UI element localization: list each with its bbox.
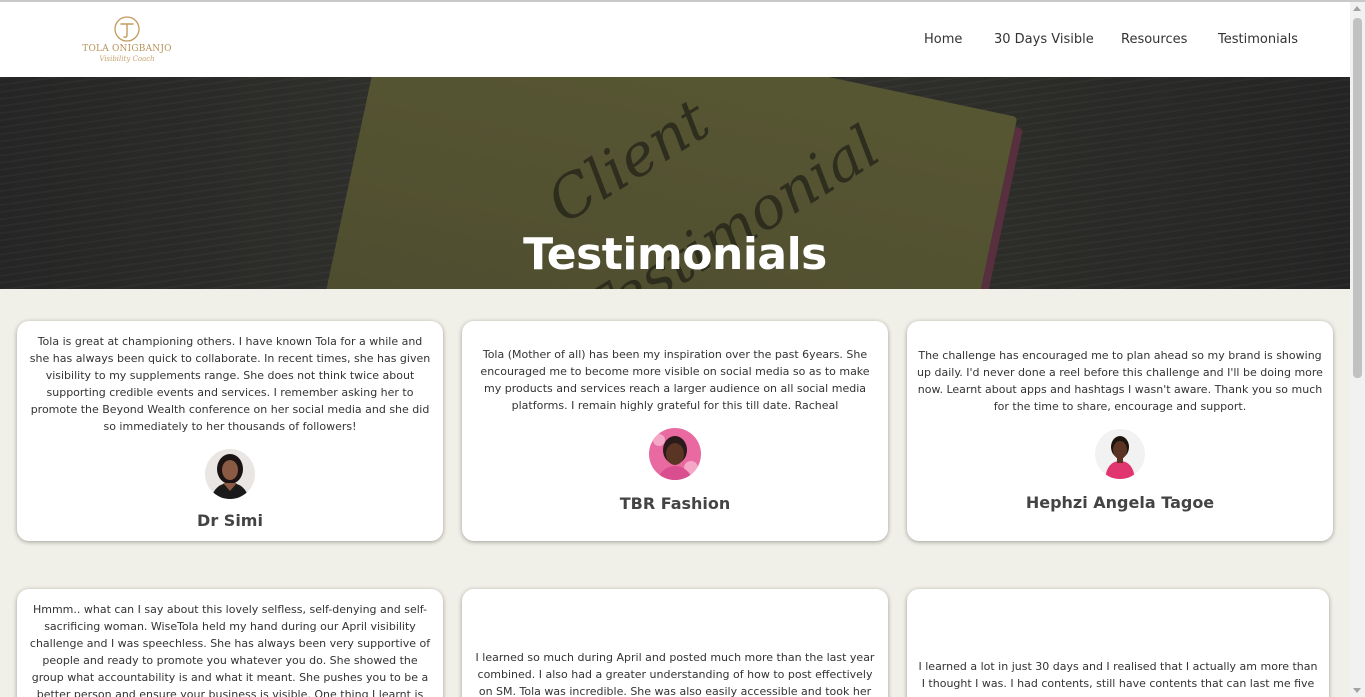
page-scrollbar[interactable] [1350,2,1365,697]
avatar [205,449,255,499]
scroll-down-icon[interactable] [1353,688,1361,693]
nav-home[interactable]: Home [924,32,962,47]
testimonial-text: Hmmm.. what can I say about this lovely … [29,603,431,697]
scroll-up-icon[interactable] [1353,6,1361,11]
avatar [1095,429,1145,479]
brand-tagline: Visibility Coach [99,55,155,63]
testimonial-card: I learned a lot in just 30 days and I re… [907,589,1329,697]
site-header: TOLA ONIGBANJO Visibility Coach Home 30 … [0,2,1350,77]
testimonial-text: Tola is great at championing others. I h… [29,335,431,433]
testimonial-text: I learned so much during April and poste… [475,651,875,697]
testimonial-card: Hmmm.. what can I say about this lovely … [17,589,443,697]
nav-resources[interactable]: Resources [1121,32,1187,47]
testimonial-card: I learned so much during April and poste… [462,589,888,697]
avatar-tbr-fashion-icon [649,428,701,480]
avatar-hephzi-icon [1095,429,1145,479]
testimonial-text: I learned a lot in just 30 days and I re… [918,660,1318,697]
testimonial-text: The challenge has encouraged me to plan … [917,349,1323,413]
testimonial-author: Dr Simi [197,511,263,530]
testimonial-author: Hephzi Angela Tagoe [1025,493,1215,512]
page-title: Testimonials [523,229,827,280]
testimonial-author: TBR Fashion [619,494,731,513]
testimonial-card: Tola is great at championing others. I h… [17,321,443,541]
scrollbar-thumb[interactable] [1353,18,1362,378]
testimonial-card: Tola (Mother of all) has been my inspira… [462,321,888,541]
testimonial-text: Tola (Mother of all) has been my inspira… [480,348,870,412]
avatar [649,428,701,480]
nav-30-days-visible[interactable]: 30 Days Visible [994,32,1094,47]
nav-testimonials[interactable]: Testimonials [1218,32,1298,47]
main-nav: Home 30 Days Visible Resources Testimoni… [0,32,1350,52]
avatar-dr-simi-icon [205,449,255,499]
testimonial-card: The challenge has encouraged me to plan … [907,321,1333,541]
hero-banner: Client Testimonial Testimonials [0,77,1350,289]
